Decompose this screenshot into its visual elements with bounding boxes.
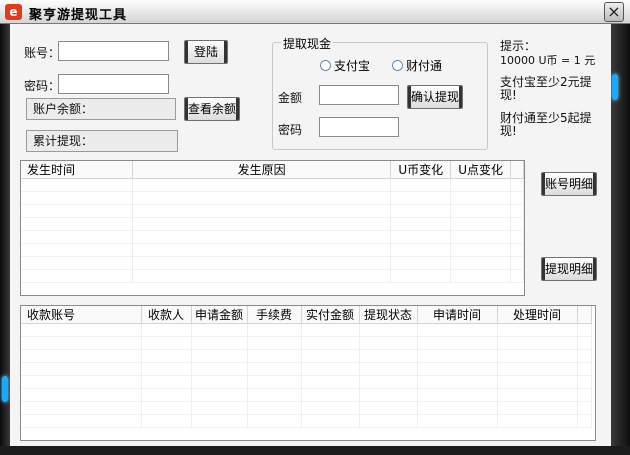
radio-circle-icon [392, 60, 403, 71]
frame-bottom [0, 446, 630, 455]
title-bar: e 聚亨游提现工具 × [0, 0, 630, 24]
col-spacer [577, 306, 592, 324]
amount-label: 金额 [278, 91, 303, 105]
col-request-time[interactable]: 申请时间 [417, 306, 498, 324]
table-row [21, 204, 524, 218]
table-row [21, 388, 592, 402]
balance-box: 账户余额： [26, 98, 176, 120]
total-withdraw-box: 累计提现： [26, 130, 178, 152]
check-balance-button[interactable]: 查看余额 [184, 97, 240, 121]
window-title: 聚亨游提现工具 [29, 8, 128, 23]
password-input[interactable] [58, 74, 169, 94]
table-row [21, 217, 524, 231]
table-row [21, 269, 524, 283]
main-panel: 账号： 登陆 密码： 账户余额： 查看余额 累计提现： 提取现金 支付宝 财付通… [10, 24, 611, 446]
table-row [21, 375, 592, 389]
amount-input[interactable] [319, 85, 399, 105]
table-row [21, 414, 592, 428]
col-payee-account[interactable]: 收款账号 [21, 306, 142, 324]
tip-rate: 10000 U币 = 1 元 [500, 54, 596, 67]
withdraw-log-table[interactable]: 收款账号 收款人 申请金额 手续费 实付金额 提现状态 申请时间 处理时间 [20, 305, 596, 441]
table-row [21, 349, 592, 363]
withdraw-group-title: 提取现金 [281, 35, 334, 52]
withdraw-password-input[interactable] [319, 117, 399, 137]
confirm-withdraw-button[interactable]: 确认提现 [407, 85, 463, 109]
account-log-table[interactable]: 发生时间 发生原因 U币变化 U点变化 [20, 160, 525, 296]
table-row [21, 362, 592, 376]
tip-tenpay-min: 财付通至少5起提现! [500, 111, 592, 138]
col-process-time[interactable]: 处理时间 [497, 306, 578, 324]
col-request-amount[interactable]: 申请金额 [191, 306, 248, 324]
withdraw-password-label: 密码 [278, 123, 303, 137]
frame-glow-right-icon [612, 74, 618, 100]
total-withdraw-label: 累计提现： [33, 134, 94, 148]
account-label: 账号： [24, 46, 61, 60]
col-payee[interactable]: 收款人 [141, 306, 192, 324]
app-logo-icon: e [5, 4, 22, 20]
login-button[interactable]: 登陆 [184, 40, 228, 64]
frame-glow-left-icon [2, 376, 8, 402]
col-occur-time[interactable]: 发生时间 [21, 161, 134, 179]
password-label: 密码： [24, 79, 61, 93]
table-row [21, 243, 524, 257]
alipay-label: 支付宝 [334, 59, 371, 73]
col-u-point-change[interactable]: U点变化 [450, 161, 512, 179]
col-withdraw-status[interactable]: 提现状态 [359, 306, 418, 324]
tenpay-label: 财付通 [406, 59, 443, 73]
account-input[interactable] [58, 41, 169, 61]
col-occur-reason[interactable]: 发生原因 [132, 161, 392, 179]
table-row [21, 323, 592, 337]
close-button[interactable]: × [604, 2, 624, 22]
balance-label: 账户余额： [33, 102, 94, 116]
table-row [21, 401, 592, 415]
col-spacer [510, 161, 524, 179]
table-row [21, 178, 524, 192]
table-row [21, 230, 524, 244]
table-row [21, 191, 524, 205]
col-paid-amount[interactable]: 实付金额 [301, 306, 360, 324]
tip-heading: 提示： [500, 39, 537, 53]
col-u-coin-change[interactable]: U币变化 [390, 161, 452, 179]
tip-alipay-min: 支付宝至少2元提现! [500, 75, 592, 102]
table-row [21, 336, 592, 350]
table-row [21, 256, 524, 270]
radio-circle-icon [320, 60, 331, 71]
account-detail-button[interactable]: 账号明细 [541, 172, 597, 196]
tenpay-radio[interactable]: 财付通 [392, 57, 442, 74]
withdraw-detail-button[interactable]: 提现明细 [541, 257, 597, 281]
col-fee[interactable]: 手续费 [247, 306, 302, 324]
alipay-radio[interactable]: 支付宝 [320, 57, 370, 74]
